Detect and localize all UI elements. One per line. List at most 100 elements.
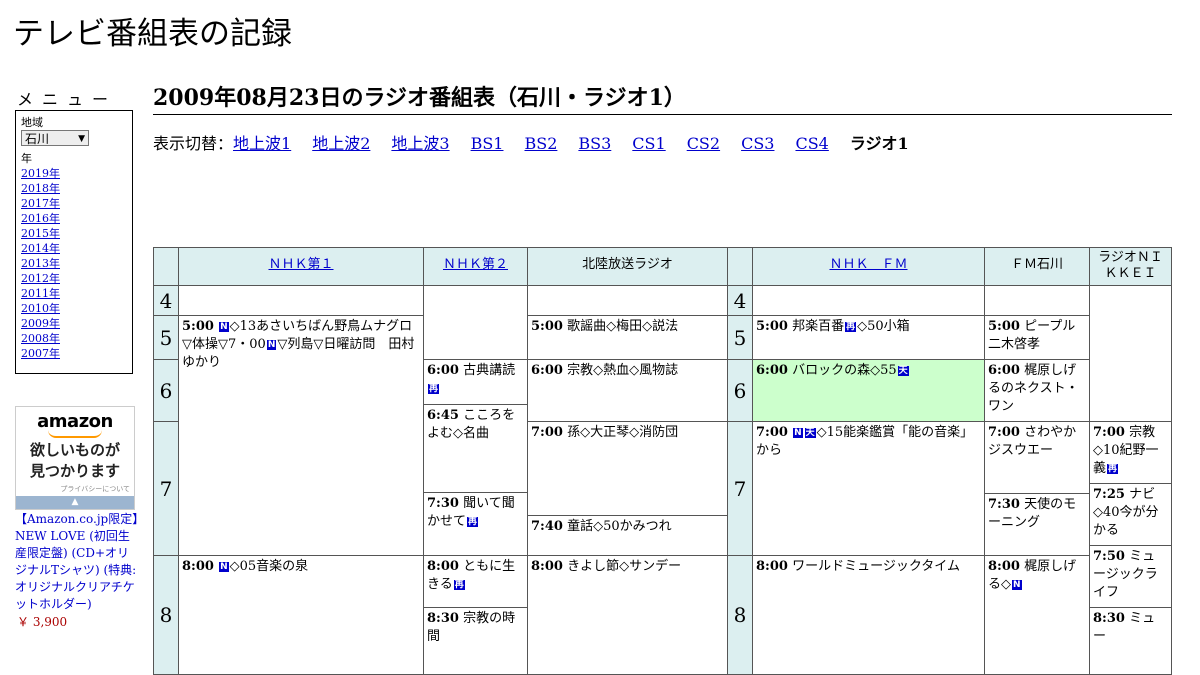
- program-cell[interactable]: 5:00 N ◇13あさいちばん野鳥ムナグロ▽体操▽7・00 N ▽列島▽日曜訪問 田…: [178, 315, 424, 556]
- view-switcher: 表示切替：地上波1 地上波2 地上波3 BS1 BS2 BS3 CS1 CS2 CS3 CS4 ラジ…: [153, 134, 909, 154]
- tab-cs2[interactable]: CS2: [687, 134, 720, 153]
- program-cell[interactable]: 7:25 ナビ◇40今が分かる: [1089, 483, 1172, 546]
- channel-link-nhkfm[interactable]: ＮＨＫ ＦＭ: [829, 257, 907, 272]
- region-select-value: 石川: [25, 132, 50, 146]
- program-cell[interactable]: 7:50 ミュージックライフ: [1089, 545, 1172, 608]
- menu-box: 地域 石川 ▼ 年 2019年 2018年 2017年 2016年 2015年 …: [15, 110, 133, 374]
- program-cell-current[interactable]: 6:00 バロックの森◇55 天: [752, 359, 985, 422]
- program-time: 8:00: [531, 559, 563, 574]
- program-cell[interactable]: 8:30 ミュー: [1089, 607, 1172, 675]
- site-title: テレビ番組表の記録: [13, 16, 292, 52]
- corner-header: [153, 247, 179, 286]
- program-cell[interactable]: 7:00 N 天 ◇15能楽鑑賞「能の音楽」から: [752, 421, 985, 556]
- tab-bs3[interactable]: BS3: [578, 134, 611, 153]
- program-time: 6:00: [988, 363, 1020, 378]
- program-empty: [423, 285, 528, 360]
- program-time: 8:00: [182, 559, 214, 574]
- program-cell[interactable]: 7:00 孫◇大正琴◇消防団: [527, 421, 728, 516]
- program-cell[interactable]: 8:00 ワールドミュージックタイム: [752, 555, 985, 675]
- program-title: バロックの森◇55: [792, 363, 897, 378]
- region-select[interactable]: 石川 ▼: [21, 130, 89, 146]
- year-link[interactable]: 2011年: [21, 287, 60, 300]
- hour-label: 8: [153, 555, 179, 675]
- year-link[interactable]: 2012年: [21, 272, 60, 285]
- rebroadcast-icon: 再: [453, 580, 465, 590]
- year-link[interactable]: 2013年: [21, 257, 60, 270]
- program-time: 6:00: [531, 363, 563, 378]
- program-time: 7:00: [756, 425, 788, 440]
- year-link[interactable]: 2008年: [21, 332, 60, 345]
- tab-bs1[interactable]: BS1: [471, 134, 504, 153]
- tab-terrestrial-3[interactable]: 地上波3: [391, 134, 449, 153]
- year-link[interactable]: 2015年: [21, 227, 60, 240]
- menu-heading: メニュー: [17, 90, 118, 109]
- year-link[interactable]: 2014年: [21, 242, 60, 255]
- tab-terrestrial-1[interactable]: 地上波1: [233, 134, 291, 153]
- ad-tagline-line2: 見つかります: [29, 462, 120, 480]
- program-cell[interactable]: 5:00 ピープル二木啓孝: [984, 315, 1090, 360]
- program-empty: [527, 285, 728, 316]
- program-cell[interactable]: 6:00 宗教◇熱血◇風物誌: [527, 359, 728, 422]
- program-cell[interactable]: 8:00 N ◇05音楽の泉: [178, 555, 424, 675]
- hour-label: 7: [153, 421, 179, 556]
- tab-terrestrial-2[interactable]: 地上波2: [312, 134, 370, 153]
- program-cell[interactable]: 6:45 こころをよむ◇名曲: [423, 404, 528, 493]
- year-link[interactable]: 2016年: [21, 212, 60, 225]
- program-cell[interactable]: 7:00 宗教◇10紀野一義再: [1089, 421, 1172, 484]
- ad-collapse-toggle[interactable]: ▲: [16, 496, 134, 509]
- program-cell[interactable]: 6:00 梶原しげるのネクスト・ワン: [984, 359, 1090, 422]
- program-cell[interactable]: 7:00 さわやかジスウエー: [984, 421, 1090, 494]
- program-cell[interactable]: 6:00 古典講読再: [423, 359, 528, 405]
- program-title: ワールドミュージックタイム: [792, 559, 961, 574]
- year-link[interactable]: 2009年: [21, 317, 60, 330]
- program-cell[interactable]: 8:00 梶原しげる◇ N: [984, 555, 1090, 675]
- tab-cs1[interactable]: CS1: [632, 134, 665, 153]
- hour-label: 5: [727, 315, 753, 360]
- news-icon: N: [1012, 580, 1022, 590]
- program-time: 8:00: [756, 559, 788, 574]
- program-empty: [984, 285, 1090, 316]
- hour-label: 4: [727, 285, 753, 316]
- news-icon: N: [266, 340, 277, 350]
- year-link[interactable]: 2019年: [21, 167, 60, 180]
- ad-product-link[interactable]: 【Amazon.co.jp限定】NEW LOVE (初回生産限定盤) (CD+オ…: [15, 511, 140, 613]
- program-cell[interactable]: 8:00 きよし節◇サンデー: [527, 555, 728, 675]
- program-cell[interactable]: 5:00 歌謡曲◇梅田◇説法: [527, 315, 728, 360]
- program-time: 7:50: [1093, 549, 1125, 564]
- year-link[interactable]: 2017年: [21, 197, 60, 210]
- ad-product-price: ￥ 3,900: [17, 615, 68, 629]
- program-cell[interactable]: 7:30 聞いて聞かせて再: [423, 492, 528, 556]
- tab-cs3[interactable]: CS3: [741, 134, 774, 153]
- amazon-ad-banner[interactable]: amazon 欲しいものが 見つかります プライバシーについて ▲: [15, 406, 135, 510]
- program-time: 7:00: [531, 425, 563, 440]
- schedule-grid: ＮＨＫ第１ ＮＨＫ第２ 北陸放送ラジオ ＮＨＫ ＦＭ ＦＭ石川 ラジオＮＩＫＫＥ…: [153, 247, 1172, 675]
- ad-privacy-link[interactable]: プライバシーについて: [16, 484, 134, 494]
- program-cell[interactable]: 5:00 邦楽百番再 ◇50小箱: [752, 315, 985, 360]
- channel-link-nhk1[interactable]: ＮＨＫ第１: [268, 257, 333, 272]
- program-cell[interactable]: 8:30 宗教の時間: [423, 607, 528, 675]
- hour-label: 6: [153, 359, 179, 422]
- channel-header-nhk1: ＮＨＫ第１: [178, 247, 424, 286]
- program-title: ◇15能楽鑑賞「能の音楽」から: [756, 425, 974, 458]
- program-cell[interactable]: 7:40 童話◇50かみつれ: [527, 515, 728, 556]
- program-empty: [178, 285, 424, 316]
- program-cell[interactable]: 7:30 天使のモーニング: [984, 493, 1090, 556]
- program-cell[interactable]: 8:00 ともに生きる再: [423, 555, 528, 608]
- year-link[interactable]: 2007年: [21, 347, 60, 360]
- rebroadcast-icon: 再: [845, 322, 857, 332]
- channel-header-hokuriku: 北陸放送ラジオ: [527, 247, 728, 286]
- program-time: 6:00: [427, 363, 459, 378]
- channel-link-nhk2[interactable]: ＮＨＫ第２: [443, 257, 508, 272]
- program-time: 8:30: [1093, 611, 1125, 626]
- tab-cs4[interactable]: CS4: [795, 134, 828, 153]
- hour-label: 5: [153, 315, 179, 360]
- tab-bs2[interactable]: BS2: [524, 134, 557, 153]
- region-label: 地域: [21, 116, 43, 129]
- program-title: ◇05音楽の泉: [229, 559, 309, 574]
- year-link[interactable]: 2018年: [21, 182, 60, 195]
- year-link[interactable]: 2010年: [21, 302, 60, 315]
- program-time: 7:25: [1093, 487, 1125, 502]
- news-icon: N: [219, 322, 229, 332]
- channel-header-nhkfm: ＮＨＫ ＦＭ: [752, 247, 985, 286]
- corner-header-2: [727, 247, 753, 286]
